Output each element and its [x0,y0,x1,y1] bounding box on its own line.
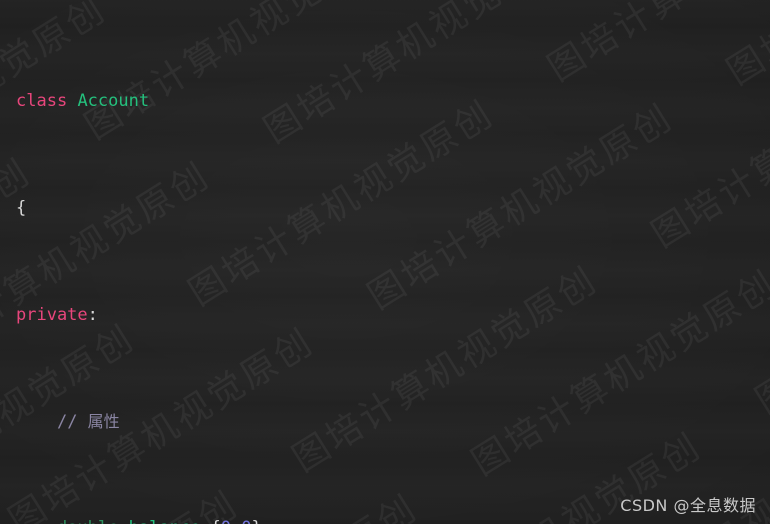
keyword-private: private [16,304,88,325]
class-name: Account [77,91,150,112]
init-close-brace: }; [252,518,272,524]
watermark-text: 图培计算机视觉原创 [748,201,770,423]
literal-zero: 0.0 [221,518,252,524]
code-line-1: class Account [16,88,426,115]
watermark-text: 图培计算机视觉原创 [464,263,770,484]
code-line-4: // 属性 [16,409,426,436]
keyword-class: class [16,91,68,112]
code-line-3: private: [16,302,426,329]
watermark-text: 图培计算机视觉原创 [720,0,770,93]
init-open-brace: { [211,518,221,524]
csdn-attribution: CSDN @全息数据 [620,496,756,515]
type-double: double [57,518,118,524]
comment-text: 属性 [87,411,120,431]
member-balance: balance [129,518,201,524]
code-line-2: { [16,195,426,222]
open-brace: { [16,197,27,218]
colon: : [87,304,98,325]
code-line-5: double balance {0.0}; [16,515,426,524]
comment-slashes: // [56,411,88,432]
watermark-text: 图培计算机视觉原创 [644,35,770,256]
code-content[interactable]: class Account { private: // 属性 double ba… [0,0,426,524]
code-screenshot: 图培计算机视觉原创 图培计算机视觉原创 图培计算机视觉原创 图培计算机视觉原创 … [0,0,770,524]
watermark-text: 图培计算机视觉原创 [541,0,770,90]
